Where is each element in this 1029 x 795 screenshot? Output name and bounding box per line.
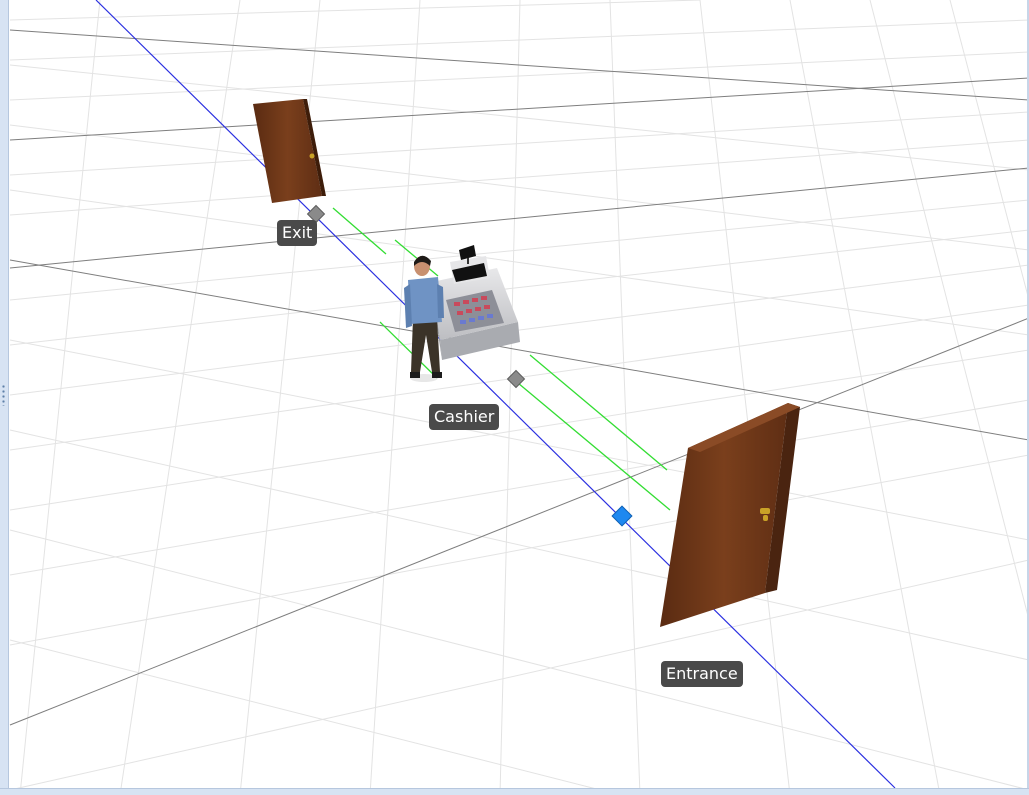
scene-canvas[interactable] xyxy=(0,0,1029,795)
cash-register[interactable] xyxy=(432,245,520,360)
left-panel-edge[interactable] xyxy=(0,0,9,795)
resize-grip-icon[interactable] xyxy=(2,384,5,406)
path-line[interactable] xyxy=(95,0,896,789)
cashier-person[interactable] xyxy=(404,255,444,382)
entrance-label[interactable]: Entrance xyxy=(661,661,743,687)
exit-label[interactable]: Exit xyxy=(277,220,318,246)
bottom-panel-edge xyxy=(0,788,1029,795)
3d-viewport[interactable]: Exit Cashier Entrance xyxy=(0,0,1029,795)
floor-grid-minor xyxy=(9,0,1029,795)
exit-door[interactable] xyxy=(253,99,326,203)
entrance-door[interactable] xyxy=(660,403,800,627)
cashier-label[interactable]: Cashier xyxy=(429,404,500,430)
